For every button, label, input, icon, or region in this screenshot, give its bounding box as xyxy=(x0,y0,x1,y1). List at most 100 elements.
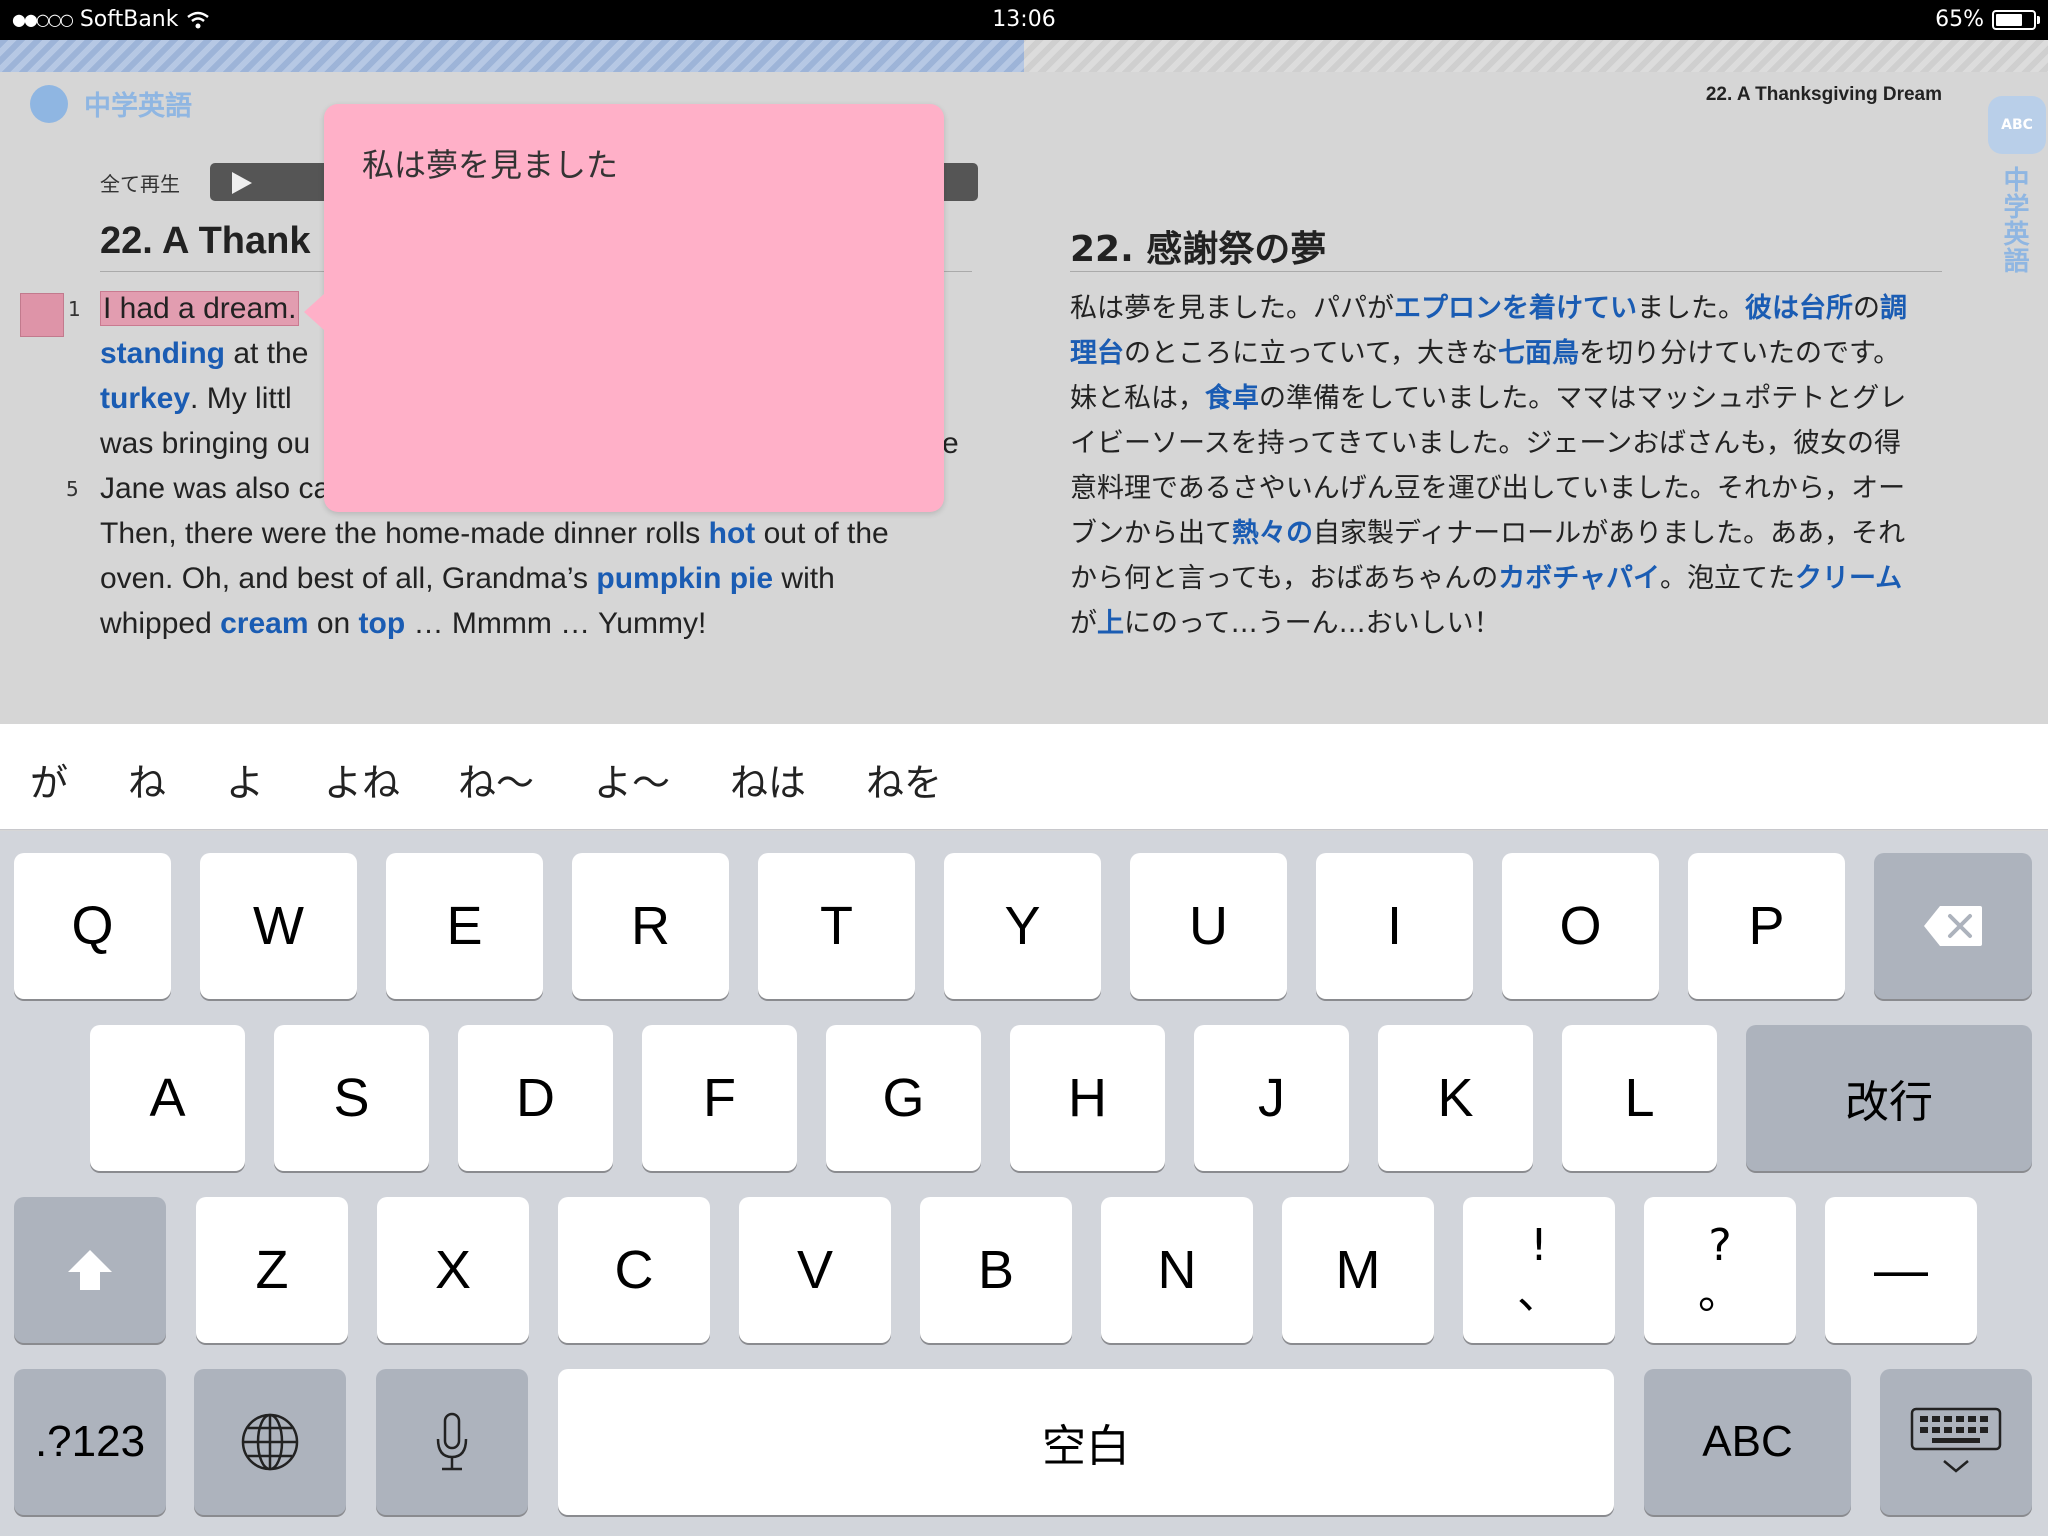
numbers-key[interactable]: .?123 xyxy=(14,1369,166,1515)
key-y[interactable]: Y xyxy=(944,853,1101,999)
japanese-line: 妹と私は，食卓の準備をしていました。ママはマッシュポテトとグレ xyxy=(1070,376,1950,421)
key-h[interactable]: H xyxy=(1010,1025,1165,1171)
key-f[interactable]: F xyxy=(642,1025,797,1171)
note-popover[interactable]: 私は夢を見ました xyxy=(304,104,944,512)
keyword[interactable]: 食卓 xyxy=(1205,383,1259,414)
keyword[interactable]: cream xyxy=(220,607,308,640)
reading-progress-bar xyxy=(0,40,2048,72)
keyword[interactable]: pumpkin pie xyxy=(596,562,773,595)
passage-text: Then, there were the home-made dinner ro… xyxy=(100,517,709,550)
play-all-label: 全て再生 xyxy=(100,172,180,196)
key-i[interactable]: I xyxy=(1316,853,1473,999)
key-dash[interactable]: — xyxy=(1825,1197,1977,1343)
keyword[interactable]: 調 xyxy=(1880,293,1907,324)
key-r[interactable]: R xyxy=(572,853,729,999)
key-u[interactable]: U xyxy=(1130,853,1287,999)
side-tab[interactable]: ABC 中学英語 xyxy=(1978,96,2048,286)
japanese-title-divider xyxy=(1070,271,1942,272)
key-l[interactable]: L xyxy=(1562,1025,1717,1171)
keyword[interactable]: クリーム xyxy=(1795,563,1902,594)
passage-text: を切り分けていたのです。 xyxy=(1578,338,1901,369)
key-c[interactable]: C xyxy=(558,1197,710,1343)
line-number: 5 xyxy=(66,477,79,501)
return-key[interactable]: 改行 xyxy=(1746,1025,2032,1171)
key-z[interactable]: Z xyxy=(196,1197,348,1343)
logo-circle-icon xyxy=(30,84,68,123)
japanese-line: 意料理であるさやいんげん豆を運び出していました。それから，オー xyxy=(1070,466,1950,511)
key-m[interactable]: M xyxy=(1282,1197,1434,1343)
key-a[interactable]: A xyxy=(90,1025,245,1171)
key-j[interactable]: J xyxy=(1194,1025,1349,1171)
passage-text: whipped xyxy=(100,607,221,640)
play-icon[interactable] xyxy=(232,172,252,194)
keyword[interactable]: standing xyxy=(100,337,225,370)
japanese-line: 理台のところに立っていて，大きな七面鳥を切り分けていたのです。 xyxy=(1070,331,1950,376)
passage-text: was bringing ou xyxy=(100,427,311,460)
japanese-title: 22. 感謝祭の夢 xyxy=(1070,229,1327,270)
keyword[interactable]: 上 xyxy=(1097,608,1124,639)
key-w[interactable]: W xyxy=(200,853,357,999)
passage-text: at the xyxy=(225,337,309,370)
dictation-key[interactable] xyxy=(376,1369,528,1515)
suggestion-item[interactable]: ねを xyxy=(866,752,942,807)
keyword[interactable]: カボチャパイ xyxy=(1498,563,1660,594)
backspace-key[interactable] xyxy=(1874,853,2032,999)
keyword[interactable]: top xyxy=(359,607,406,640)
key-primary-char: ! xyxy=(1530,1220,1548,1271)
shift-icon xyxy=(68,1250,112,1290)
note-text[interactable]: 私は夢を見ました xyxy=(362,140,618,186)
key-n[interactable]: N xyxy=(1101,1197,1253,1343)
space-key[interactable]: 空白 xyxy=(558,1369,1614,1515)
passage-text: の xyxy=(1853,293,1880,324)
side-tab-label: 中学英語 xyxy=(1999,166,2029,274)
keyword[interactable]: 彼は台所 xyxy=(1745,293,1853,324)
suggestion-item[interactable]: ねは xyxy=(730,752,806,807)
globe-key[interactable] xyxy=(194,1369,346,1515)
keyword[interactable]: エプロンを着けてい xyxy=(1394,293,1637,324)
passage-text: のところに立っていて，大きな xyxy=(1124,338,1498,369)
suggestion-item[interactable]: よね xyxy=(324,752,400,807)
key-v[interactable]: V xyxy=(739,1197,891,1343)
key-g[interactable]: G xyxy=(826,1025,981,1171)
keyboard-dismiss-icon xyxy=(1910,1407,2002,1473)
key-k[interactable]: K xyxy=(1378,1025,1533,1171)
app-logo[interactable]: 中学英語 xyxy=(30,84,192,123)
passage-text: にのって…うーん…おいしい！ xyxy=(1124,608,1501,639)
status-bar: ●●○○○ SoftBank 13:06 65% xyxy=(0,0,2048,40)
passage-text: 自家製ディナーロールがありました。ああ，それ xyxy=(1313,518,1906,549)
key-question-period[interactable]: ? 。 xyxy=(1644,1197,1796,1343)
abc-key[interactable]: ABC xyxy=(1644,1369,1851,1515)
keyword[interactable]: 理台 xyxy=(1070,338,1124,369)
key-p[interactable]: P xyxy=(1688,853,1845,999)
suggestion-bar: が ね よ よね ね〜 よ〜 ねは ねを xyxy=(0,724,2048,830)
suggestion-item[interactable]: ね〜 xyxy=(458,752,534,807)
key-s[interactable]: S xyxy=(274,1025,429,1171)
key-b[interactable]: B xyxy=(920,1197,1072,1343)
key-e[interactable]: E xyxy=(386,853,543,999)
bookmark-marker[interactable] xyxy=(20,293,64,337)
shift-key[interactable] xyxy=(14,1197,166,1343)
key-x[interactable]: X xyxy=(377,1197,529,1343)
key-q[interactable]: Q xyxy=(14,853,171,999)
app-name: 中学英語 xyxy=(84,91,192,122)
keyword[interactable]: 熱々の xyxy=(1232,518,1313,549)
abc-badge-icon[interactable]: ABC xyxy=(1988,96,2046,154)
keyword[interactable]: hot xyxy=(709,517,756,550)
key-t[interactable]: T xyxy=(758,853,915,999)
suggestion-item[interactable]: よ〜 xyxy=(594,752,670,807)
japanese-translation: 私は夢を見ました。パパがエプロンを着けていました。彼は台所の調 理台のところに立っ… xyxy=(1070,286,1950,646)
key-o[interactable]: O xyxy=(1502,853,1659,999)
key-exclamation-comma[interactable]: ! 、 xyxy=(1463,1197,1615,1343)
passage-text: . My littl xyxy=(190,382,292,415)
dismiss-keyboard-key[interactable] xyxy=(1880,1369,2032,1515)
key-d[interactable]: D xyxy=(458,1025,613,1171)
suggestion-item[interactable]: よ xyxy=(226,752,264,807)
suggestion-item[interactable]: ね xyxy=(128,752,166,807)
keyword[interactable]: turkey xyxy=(100,382,190,415)
passage-text: の準備をしていました。ママはマッシュポテトとグレ xyxy=(1259,383,1907,414)
suggestion-item[interactable]: が xyxy=(30,752,68,807)
japanese-line: 私は夢を見ました。パパがエプロンを着けていました。彼は台所の調 xyxy=(1070,286,1950,331)
highlighted-sentence[interactable]: I had a dream. xyxy=(100,291,300,326)
keyword[interactable]: 七面鳥 xyxy=(1498,338,1579,369)
passage-text: 私は夢を見ました。パパが xyxy=(1070,293,1394,324)
